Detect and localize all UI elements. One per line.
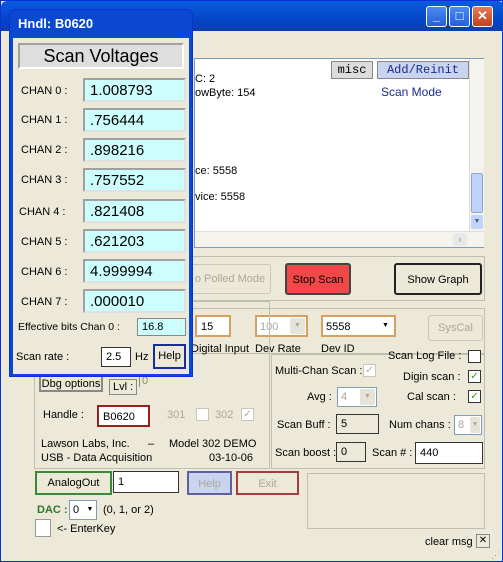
minimize-button[interactable]: _ [426,6,447,27]
scan-buff-field[interactable]: 5 [336,414,379,434]
enterkey-label: <- EnterKey [57,523,116,535]
dac-select[interactable]: 0 ▼ [69,500,97,520]
dac-label: DAC : [37,504,68,516]
stop-scan-button[interactable]: Stop Scan [285,263,351,295]
scroll-right-icon[interactable]: › [453,233,467,246]
show-graph-button[interactable]: Show Graph [394,263,482,295]
chan-1-value: .756444 [83,108,186,132]
model-301-checkbox[interactable] [196,408,209,421]
scan-number-field[interactable]: 440 [415,442,483,464]
chan-5-value: .621203 [83,229,186,253]
chan-6-value: 4.999994 [83,259,186,283]
chan-6-label: CHAN 6 : [21,266,68,278]
chan-4-value: .821408 [83,199,186,223]
chan-0-label: CHAN 0 : [21,85,68,97]
info-line: owByte: 154 [195,87,256,99]
num-chans-select[interactable]: 8 ▼ [454,415,482,435]
add-reinit-button[interactable]: Add/Reinit [377,61,469,79]
info-line: vice: 5558 [195,191,246,203]
handle-field[interactable]: B0620 [97,405,150,427]
chan-5-label: CHAN 5 : [21,236,68,248]
enterkey-box[interactable] [35,519,51,537]
scan-log-checkbox[interactable] [468,350,481,363]
avg-value: 4 [341,391,348,403]
effective-bits-label: Effective bits Chan 0 : [18,321,120,333]
avg-select[interactable]: 4 ▼ [337,387,377,407]
scan-rate-label: Scan rate : [16,351,70,363]
scan-number-label: Scan # : [372,447,413,459]
model-302-checkbox[interactable]: ✓ [241,408,254,421]
resize-grip-icon[interactable]: ⋰ [491,549,503,561]
digin-scan-label: Digin scan : [403,371,461,383]
scan-voltages-window: Hndl: B0620 Scan Voltages CHAN 0 : 1.008… [9,9,193,377]
num-chans-label: Num chans : [389,419,451,431]
dev-id-value: 5558 [326,321,351,333]
clear-msg-icon[interactable]: ✕ [476,534,490,548]
avg-label: Avg : [307,391,332,403]
lvl-label: Lvl : [109,379,138,395]
chan-4-label: CHAN 4 : [19,206,66,218]
scan-log-label: Scan Log File : [388,350,462,362]
multi-chan-checkbox[interactable]: ✓ [363,364,376,377]
chan-3-value: .757552 [83,168,186,192]
message-area [307,473,485,529]
company-tagline: USB - Data Acquisition [41,452,153,464]
dev-id-select[interactable]: 5558 ▼ [321,315,396,337]
overlay-help-button[interactable]: Help [153,344,186,369]
chan-1-label: CHAN 1 : [21,114,68,126]
analog-out-button[interactable]: AnalogOut [35,471,112,495]
model-301-label: 301 [167,409,186,421]
analog-out-field[interactable]: 1 [113,471,179,493]
multi-chan-label: Multi-Chan Scan : [275,365,363,377]
chan-0-value: 1.008793 [83,78,186,102]
cal-scan-label: Cal scan : [407,391,456,403]
model-date: 03-10-06 [209,452,254,464]
chan-2-label: CHAN 2 : [21,144,68,156]
effective-bits-value: 16.8 [137,318,186,336]
dac-value: 0 [73,504,80,516]
scroll-down-icon[interactable]: ▼ [471,215,483,229]
handle-label: Handle : [43,409,84,421]
chevron-down-icon: ▼ [360,389,375,405]
chan-3-label: CHAN 3 : [21,174,68,186]
maximize-button[interactable]: □ [449,6,470,27]
overlay-body: Scan Voltages CHAN 0 : 1.008793 CHAN 1 :… [13,38,189,374]
model-name: Model 302 DEMO [169,438,257,450]
info-panel: misc Add/Reinit Scan Mode C: 2 owByte: 1… [194,58,484,248]
exit-button[interactable]: Exit [236,471,299,495]
chevron-down-icon: ▼ [378,318,393,334]
company-name: Lawson Labs, Inc. [41,438,130,450]
chevron-down-icon: ▼ [85,502,95,518]
chan-7-label: CHAN 7 : [21,296,68,308]
cal-scan-checkbox[interactable]: ✓ [468,390,481,403]
scan-boost-field[interactable]: 0 [336,442,366,462]
help-button[interactable]: Help [187,471,232,495]
scan-rate-field[interactable]: 2.5 [101,347,131,367]
info-line: C: 2 [195,73,216,85]
misc-button[interactable]: misc [331,61,373,79]
scan-mode-label: Scan Mode [381,85,442,99]
digin-scan-checkbox[interactable]: ✓ [468,370,481,383]
scan-buff-label: Scan Buff : [277,419,331,431]
hz-label: Hz [135,351,149,363]
chevron-down-icon: ▼ [290,318,305,334]
dac-hint: (0, 1, or 2) [103,504,154,516]
num-chans-value: 8 [458,419,465,431]
chan-2-value: .898216 [83,138,186,162]
chan-7-value: .000010 [83,289,186,313]
overlay-title: Hndl: B0620 [18,16,94,31]
syscal-button[interactable]: SysCal [428,315,483,341]
chevron-down-icon: ▼ [470,417,480,433]
model-302-label: 302 [215,409,234,421]
scan-boost-label: Scan boost : [275,447,337,459]
scan-voltages-header: Scan Voltages [18,43,184,69]
scroll-thumb[interactable] [471,173,483,213]
info-line: ce: 5558 [195,165,238,177]
company-dash: – [148,438,155,450]
horizontal-scrollbar[interactable]: › [195,231,484,247]
polled-mode-button[interactable]: o Polled Mode [189,264,271,294]
vertical-scrollbar[interactable]: ▼ [469,59,484,231]
clear-msg-label: clear msg [425,536,473,548]
close-button[interactable]: ✕ [472,6,493,27]
